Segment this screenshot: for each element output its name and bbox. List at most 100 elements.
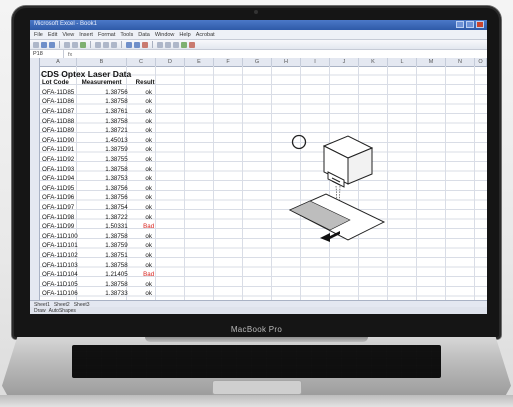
column-header[interactable]: I [301, 58, 330, 66]
autoshapes-menu[interactable]: AutoShapes [49, 308, 76, 314]
measurement-cell[interactable]: 1.38753 [80, 174, 134, 184]
column-header[interactable]: F [214, 58, 243, 66]
menu-view[interactable]: View [62, 32, 74, 38]
result-cell[interactable]: ok [134, 251, 164, 261]
measurement-cell[interactable]: 1.38761 [80, 107, 134, 117]
menu-format[interactable]: Format [98, 32, 115, 38]
lot-code-cell[interactable]: OFA-11D89 [40, 126, 80, 136]
lot-code-cell[interactable]: OFA-11D94 [40, 174, 80, 184]
header-result[interactable]: Result [134, 78, 164, 88]
measurement-cell[interactable]: 1.38756 [80, 193, 134, 203]
undo-icon[interactable] [126, 41, 132, 48]
result-cell[interactable]: ok [134, 136, 164, 146]
lot-code-cell[interactable]: OFA-11D85 [40, 88, 80, 98]
result-cell[interactable]: ok [134, 107, 164, 117]
cut-icon[interactable] [95, 41, 101, 48]
result-cell[interactable]: ok [134, 203, 164, 213]
measurement-cell[interactable]: 1.38758 [80, 279, 134, 289]
column-header[interactable]: O [475, 58, 487, 66]
measurement-cell[interactable]: 1.21405 [80, 270, 134, 280]
menu-window[interactable]: Window [155, 32, 175, 38]
measurement-cell[interactable]: 1.38733 [80, 289, 134, 299]
save-icon[interactable] [49, 41, 55, 48]
copy-icon[interactable] [103, 41, 109, 48]
lot-code-cell[interactable]: OFA-11D103 [40, 260, 80, 270]
lot-code-cell[interactable]: OFA-11D106 [40, 289, 80, 299]
header-lot-code[interactable]: Lot Code [40, 78, 80, 88]
measurement-cell[interactable]: 1.38759 [80, 241, 134, 251]
lot-code-cell[interactable]: OFA-11D91 [40, 145, 80, 155]
column-header[interactable]: B [77, 58, 127, 66]
preview-icon[interactable] [72, 41, 78, 48]
lot-code-cell[interactable]: OFA-11D105 [40, 279, 80, 289]
window-titlebar[interactable]: Microsoft Excel - Book1 [30, 20, 487, 30]
result-cell[interactable]: ok [134, 260, 164, 270]
measurement-cell[interactable]: 1.38758 [80, 164, 134, 174]
column-header[interactable]: J [330, 58, 359, 66]
result-cell[interactable]: ok [134, 212, 164, 222]
laser-sensor-diagram[interactable] [288, 130, 388, 250]
lot-code-cell[interactable]: OFA-11D88 [40, 116, 80, 126]
result-cell[interactable]: ok [134, 279, 164, 289]
column-header[interactable]: H [272, 58, 301, 66]
result-cell[interactable]: Bad [134, 270, 164, 280]
header-measurement[interactable]: Measurement [80, 78, 134, 88]
menu-help[interactable]: Help [179, 32, 190, 38]
close-button[interactable] [476, 21, 484, 28]
measurement-cell[interactable]: 1.38721 [80, 126, 134, 136]
font-color-icon[interactable] [189, 41, 195, 48]
lot-code-cell[interactable]: OFA-11D87 [40, 107, 80, 117]
column-header[interactable]: K [359, 58, 388, 66]
result-cell[interactable]: ok [134, 145, 164, 155]
maximize-button[interactable] [466, 21, 474, 28]
new-icon[interactable] [33, 41, 39, 48]
result-cell[interactable]: ok [134, 241, 164, 251]
lot-code-cell[interactable]: OFA-11D86 [40, 97, 80, 107]
result-cell[interactable]: ok [134, 184, 164, 194]
chart-icon[interactable] [142, 41, 148, 48]
measurement-cell[interactable]: 1.50331 [80, 222, 134, 232]
lot-code-cell[interactable]: OFA-11D99 [40, 222, 80, 232]
column-header[interactable]: D [156, 58, 185, 66]
lot-code-cell[interactable]: OFA-11D102 [40, 251, 80, 261]
italic-icon[interactable] [165, 41, 171, 48]
select-all-corner[interactable] [30, 58, 40, 66]
spreadsheet-grid[interactable]: A B C D E F G H I J K L M N O CDS Optex … [30, 58, 487, 300]
measurement-cell[interactable]: 1.38758 [80, 97, 134, 107]
column-header[interactable]: L [388, 58, 417, 66]
lot-code-cell[interactable]: OFA-11D100 [40, 232, 80, 242]
fill-color-icon[interactable] [181, 41, 187, 48]
redo-icon[interactable] [134, 41, 140, 48]
measurement-cell[interactable]: 1.38758 [80, 260, 134, 270]
minimize-button[interactable] [456, 21, 464, 28]
lot-code-cell[interactable]: OFA-11D101 [40, 241, 80, 251]
menu-insert[interactable]: Insert [79, 32, 93, 38]
result-cell[interactable]: ok [134, 116, 164, 126]
column-header[interactable]: M [417, 58, 446, 66]
spelling-icon[interactable] [80, 41, 86, 48]
column-header[interactable]: G [243, 58, 272, 66]
result-cell[interactable]: ok [134, 232, 164, 242]
measurement-cell[interactable]: 1.38759 [80, 145, 134, 155]
lot-code-cell[interactable]: OFA-11D92 [40, 155, 80, 165]
lot-code-cell[interactable]: OFA-11D104 [40, 270, 80, 280]
result-cell[interactable]: ok [134, 164, 164, 174]
result-cell[interactable]: ok [134, 88, 164, 98]
column-header[interactable]: E [185, 58, 214, 66]
draw-menu[interactable]: Draw [34, 308, 46, 314]
lot-code-cell[interactable]: OFA-11D95 [40, 184, 80, 194]
menu-tools[interactable]: Tools [120, 32, 133, 38]
open-icon[interactable] [41, 41, 47, 48]
measurement-cell[interactable]: 1.38722 [80, 212, 134, 222]
bold-icon[interactable] [157, 41, 163, 48]
lot-code-cell[interactable]: OFA-11D90 [40, 136, 80, 146]
measurement-cell[interactable]: 1.38755 [80, 155, 134, 165]
menu-edit[interactable]: Edit [48, 32, 57, 38]
result-cell[interactable]: Bad [134, 222, 164, 232]
measurement-cell[interactable]: 1.38756 [80, 184, 134, 194]
lot-code-cell[interactable]: OFA-11D97 [40, 203, 80, 213]
result-cell[interactable]: ok [134, 97, 164, 107]
result-cell[interactable]: ok [134, 193, 164, 203]
lot-code-cell[interactable]: OFA-11D96 [40, 193, 80, 203]
paste-icon[interactable] [111, 41, 117, 48]
